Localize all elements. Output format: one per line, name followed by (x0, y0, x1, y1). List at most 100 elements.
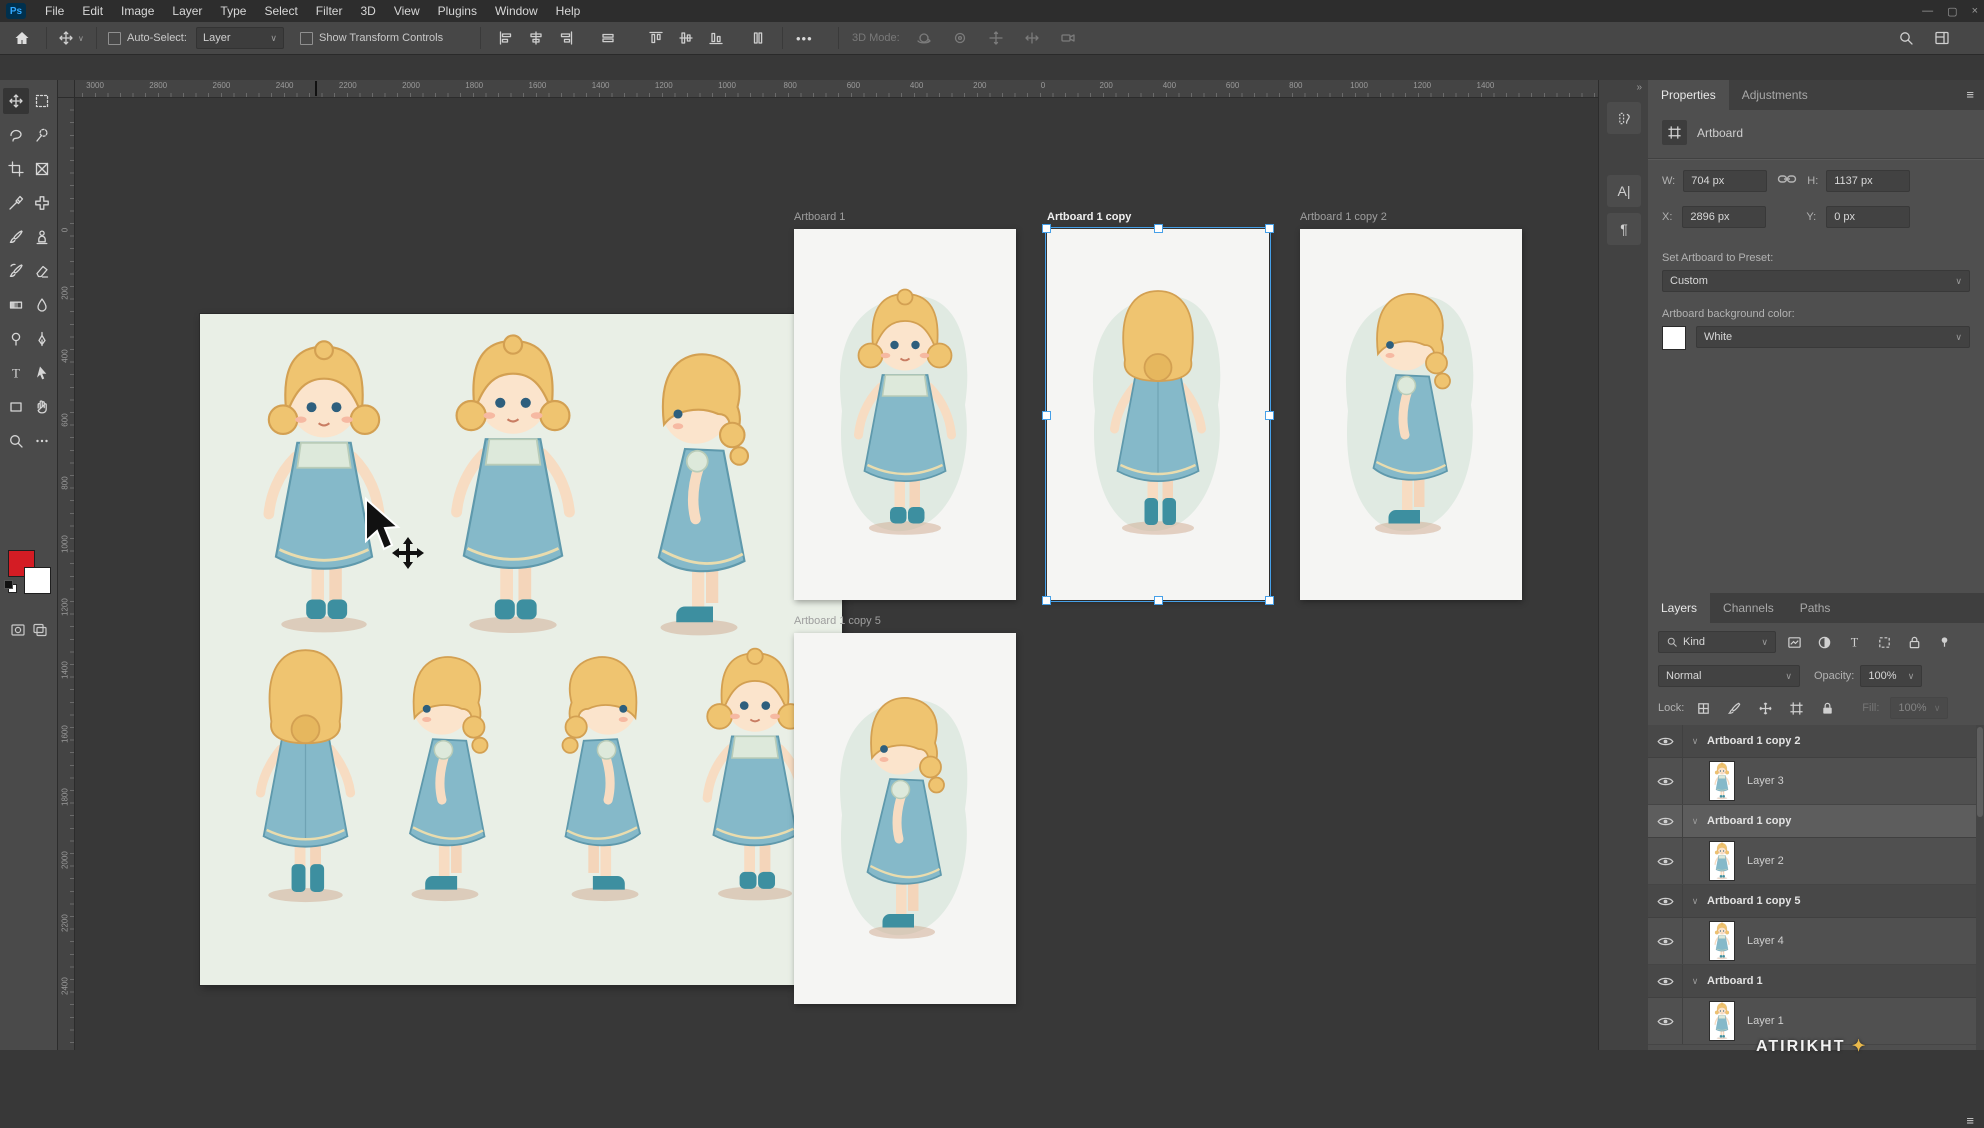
tool-crop[interactable] (3, 156, 29, 182)
tool-zoom[interactable] (3, 428, 29, 454)
character-panel-icon[interactable]: A| (1607, 175, 1641, 207)
menu-filter[interactable]: Filter (307, 0, 352, 22)
layer-thumbnail[interactable] (1709, 1001, 1735, 1041)
menu-type[interactable]: Type (211, 0, 255, 22)
tool-blur[interactable] (29, 292, 55, 318)
screen-mode-icon[interactable] (30, 620, 50, 640)
expand-chevron-icon[interactable]: ∨ (1683, 896, 1707, 907)
home-icon[interactable] (14, 22, 30, 54)
blend-mode-dropdown[interactable]: Normal ∨ (1658, 665, 1800, 687)
tool-more[interactable] (29, 428, 55, 454)
tool-pen[interactable] (29, 326, 55, 352)
auto-select-checkbox[interactable] (108, 32, 121, 45)
tool-lasso[interactable] (3, 122, 29, 148)
transform-handle[interactable] (1042, 411, 1051, 420)
visibility-eye-icon[interactable] (1648, 838, 1683, 884)
workspace-icon[interactable] (1934, 22, 1950, 54)
menu-image[interactable]: Image (112, 0, 163, 22)
tool-move[interactable] (3, 88, 29, 114)
more-options-button[interactable]: ••• (796, 22, 813, 54)
glyphs-panel-icon[interactable] (1607, 102, 1641, 134)
align-v-center-icon[interactable] (678, 22, 694, 54)
tool-type[interactable]: T (3, 360, 29, 386)
tool-quick-select[interactable] (29, 122, 55, 148)
layer-thumbnail[interactable] (1709, 761, 1735, 801)
tool-gradient[interactable] (3, 292, 29, 318)
auto-select-toggle[interactable]: Auto-Select: (108, 22, 187, 54)
menu-view[interactable]: View (385, 0, 429, 22)
menu-select[interactable]: Select (255, 0, 306, 22)
lock-paint-icon[interactable] (1722, 698, 1746, 718)
menu-help[interactable]: Help (547, 0, 590, 22)
opacity-dropdown[interactable]: 100% ∨ (1860, 665, 1922, 687)
visibility-eye-icon[interactable] (1648, 885, 1683, 917)
tab-paths[interactable]: Paths (1787, 593, 1844, 623)
align-left-icon[interactable] (498, 22, 514, 54)
layer-thumbnail[interactable] (1709, 841, 1735, 881)
lock-transparent-icon[interactable] (1691, 698, 1715, 718)
paragraph-panel-icon[interactable]: ¶ (1607, 213, 1641, 245)
artboard-label[interactable]: Artboard 1 copy 5 (794, 615, 881, 631)
tab-channels[interactable]: Channels (1710, 593, 1787, 623)
tool-eyedropper[interactable] (3, 190, 29, 216)
transform-handle[interactable] (1154, 224, 1163, 233)
show-transform-checkbox[interactable] (300, 32, 313, 45)
tool-frame[interactable] (29, 156, 55, 182)
filter-shape-layers-icon[interactable] (1872, 632, 1896, 652)
menu-edit[interactable]: Edit (73, 0, 112, 22)
tool-healing[interactable] (29, 190, 55, 216)
layer-row[interactable]: Layer 3 (1648, 758, 1976, 805)
move-tool-option-icon[interactable]: ∨ (58, 22, 84, 54)
search-icon[interactable] (1898, 22, 1914, 54)
tab-adjustments[interactable]: Adjustments (1729, 80, 1821, 110)
distribute-v-icon[interactable] (750, 22, 766, 54)
menu-layer[interactable]: Layer (163, 0, 211, 22)
maximize-button[interactable]: ▢ (1947, 5, 1957, 18)
artboard-1-copy-2[interactable] (1300, 229, 1522, 600)
visibility-eye-icon[interactable] (1648, 918, 1683, 964)
tool-rectangle[interactable] (3, 394, 29, 420)
tab-properties[interactable]: Properties (1648, 80, 1729, 110)
transform-handle[interactable] (1042, 596, 1051, 605)
artboard-1[interactable] (794, 229, 1016, 600)
tool-marquee[interactable] (29, 88, 55, 114)
menu-plugins[interactable]: Plugins (429, 0, 486, 22)
canvas-area[interactable]: Artboard 1 Artboard 1 copy Artboard 1 co… (57, 80, 1598, 1050)
default-colors-icon[interactable] (4, 580, 16, 592)
quick-mask-icon[interactable] (8, 620, 28, 640)
artboard-group-row[interactable]: ∨Artboard 1 copy (1648, 805, 1976, 838)
layer-thumbnail[interactable] (1709, 921, 1735, 961)
filter-type-layers-icon[interactable]: T (1842, 632, 1866, 652)
minimize-button[interactable]: — (1922, 5, 1933, 17)
menu-file[interactable]: File (36, 0, 73, 22)
transform-handle[interactable] (1265, 224, 1274, 233)
panel-menu-icon[interactable]: ≡ (1966, 88, 1974, 101)
expand-chevron-icon[interactable]: ∨ (1683, 976, 1707, 987)
show-transform-toggle[interactable]: Show Transform Controls (300, 22, 443, 54)
transform-handle[interactable] (1265, 596, 1274, 605)
tool-clone-stamp[interactable] (29, 224, 55, 250)
tool-hand[interactable] (29, 394, 55, 420)
tool-path-select[interactable] (29, 360, 55, 386)
artboard-group-row[interactable]: ∨Artboard 1 copy 5 (1648, 885, 1976, 918)
lock-position-icon[interactable] (1753, 698, 1777, 718)
visibility-eye-icon[interactable] (1648, 805, 1683, 837)
lock-all-icon[interactable] (1815, 698, 1839, 718)
link-dimensions-icon[interactable] (1777, 172, 1797, 190)
transform-handle[interactable] (1042, 224, 1051, 233)
layer-row[interactable]: Layer 2 (1648, 838, 1976, 885)
visibility-eye-icon[interactable] (1648, 725, 1683, 757)
expand-chevron-icon[interactable]: ∨ (1683, 816, 1707, 827)
tool-history-brush[interactable] (3, 258, 29, 284)
background-color-swatch[interactable] (24, 567, 51, 594)
preset-dropdown[interactable]: Custom ∨ (1662, 270, 1970, 292)
align-h-center-icon[interactable] (528, 22, 544, 54)
expand-chevron-icon[interactable]: ∨ (1683, 736, 1707, 747)
layers-scrollbar[interactable] (1976, 725, 1984, 1050)
height-field[interactable]: 1137 px (1826, 170, 1910, 192)
artboard-label[interactable]: Artboard 1 copy 2 (1300, 211, 1387, 227)
transform-handle[interactable] (1154, 596, 1163, 605)
width-field[interactable]: 704 px (1683, 170, 1767, 192)
artboard-label[interactable]: Artboard 1 (794, 211, 845, 227)
close-button[interactable]: × (1972, 5, 1978, 17)
